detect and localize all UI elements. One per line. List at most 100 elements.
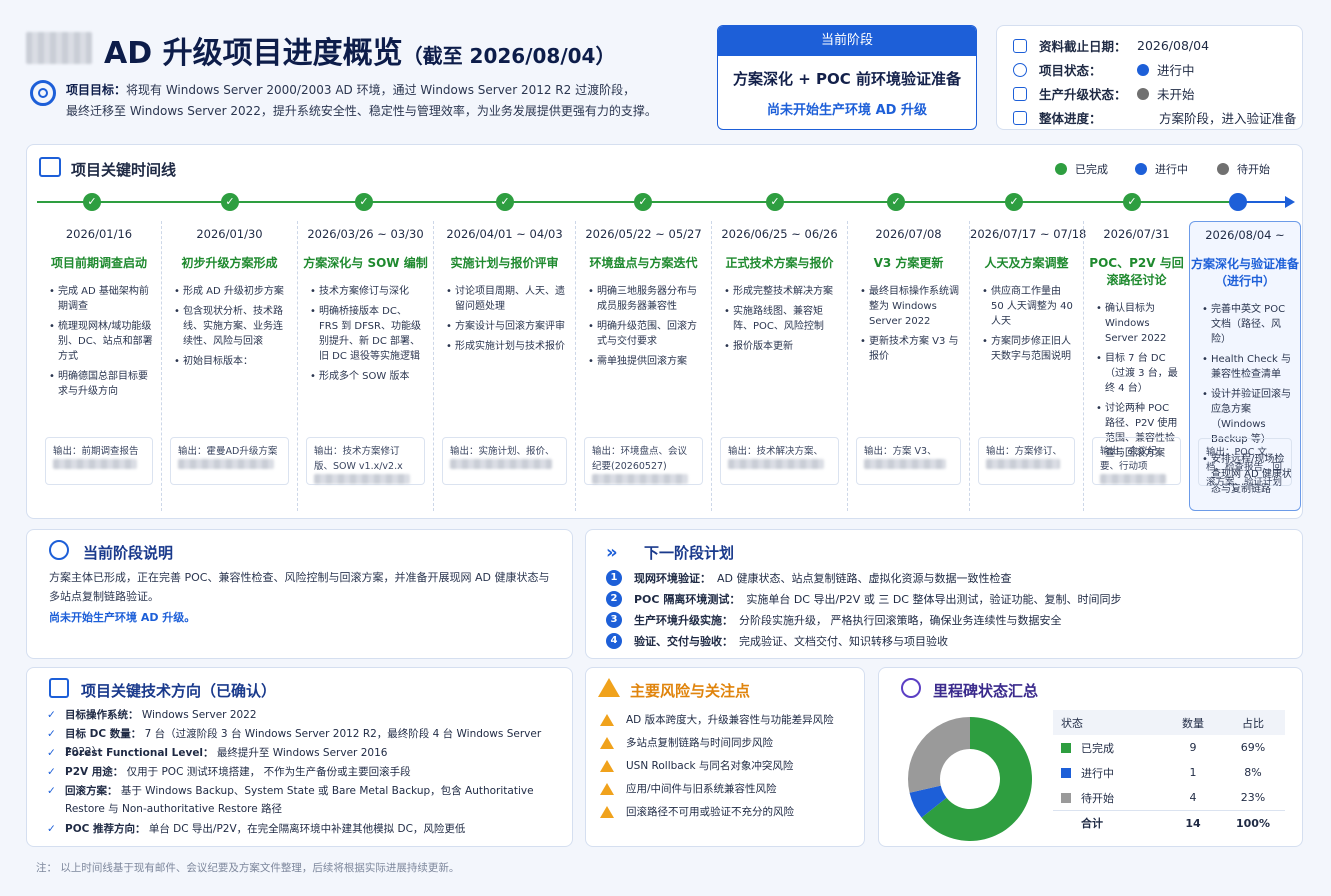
milestone-bullet: 形成完整技术解决方案 bbox=[724, 284, 839, 299]
milestone-table: 状态 数量 占比 已完成 9 69% 进行中 1 8% 待开始 4 23% 合计 14 100% bbox=[1053, 710, 1285, 835]
current-phase-highlight: 尚未开始生产环境 AD 升级。 bbox=[49, 611, 196, 624]
milestone-bullet: 形成实施计划与技术报价 bbox=[446, 339, 567, 354]
milestone-date: 2026/07/31 bbox=[1103, 227, 1170, 241]
current-phase-text: 方案主体已形成，正在完善 POC、兼容性检查、风险控制与回滚方案，并准备开展现网… bbox=[49, 571, 550, 603]
checkmark-icon: ✓ bbox=[47, 709, 56, 721]
double-chevron-icon: » bbox=[606, 542, 618, 563]
milestone-bullet: 更新技术方案 V3 与报价 bbox=[860, 334, 961, 364]
milestone-bullets: 完成 AD 基础架构前期调查梳理现网林/域功能级别、DC、站点和部署方式明确德国… bbox=[37, 284, 161, 399]
milestone-output: 输出：环境盘点、会议纪要(20260527) bbox=[584, 437, 703, 485]
milestone-bullet: 完善中英文 POC 文档（路径、风险） bbox=[1202, 302, 1292, 347]
milestone-date: 2026/01/16 bbox=[65, 227, 133, 241]
next-plan-item: 1 现网环境验证： AD 健康状态、站点复制链路、虚拟化资源与数据一致性检查 bbox=[606, 570, 1012, 586]
step-number: 4 bbox=[606, 633, 622, 649]
milestone-date: 2026/08/04 ~ bbox=[1205, 228, 1285, 242]
milestone-bullet: 供应商工作量由 50 人天调整为 40 人天 bbox=[982, 284, 1075, 329]
milestone-bullets: 明确三地服务器分布与成员服务器兼容性明确升级范围、回滚方式与交付要求需单独提供回… bbox=[576, 284, 711, 369]
warning-icon bbox=[600, 759, 614, 772]
milestone-bullets: 技术方案修订与深化明确桥接版本 DC、FRS 到 DFSR、功能级别提升、新 D… bbox=[298, 284, 433, 384]
table-total-row: 合计 14 100% bbox=[1053, 810, 1285, 835]
tech-direction-item: ✓ Forest Functional Level： 最终提升至 Windows … bbox=[47, 744, 557, 762]
target-icon bbox=[30, 80, 56, 106]
warning-icon bbox=[600, 782, 614, 795]
milestone-bullet: 明确升级范围、回滚方式与交付要求 bbox=[588, 319, 703, 349]
tech-direction-section: 项目关键技术方向（已确认） ✓ 目标操作系统： Windows Server 20… bbox=[26, 667, 573, 847]
table-row: 已完成 9 69% bbox=[1053, 735, 1285, 760]
current-phase-main: 方案深化 + POC 前环境验证准备 bbox=[733, 70, 961, 88]
milestone-date: 2026/01/30 bbox=[196, 227, 263, 241]
redacted-text bbox=[314, 474, 410, 484]
milestone-output: 输出：实施计划、报价、 bbox=[442, 437, 567, 485]
milestone-date: 2026/05/22 ~ 05/27 bbox=[585, 227, 702, 241]
gear-icon bbox=[49, 540, 69, 560]
milestone-active-dot bbox=[1229, 193, 1247, 211]
milestone-title: 实施计划与报价评审 bbox=[450, 256, 559, 270]
timeline-title: 项目关键时间线 bbox=[71, 161, 177, 179]
milestone-bullets: 形成完整技术解决方案实施路线图、兼容矩阵、POC、风险控制报价版本更新 bbox=[712, 284, 847, 354]
milestone-done-check-icon: ✓ bbox=[221, 193, 239, 211]
next-plan-item: 4 验证、交付与验收： 完成验证、文档交付、知识转移与项目验收 bbox=[606, 633, 948, 649]
legend-active: 进行中 bbox=[1135, 161, 1188, 177]
milestone-bullet: 形成多个 SOW 版本 bbox=[310, 369, 425, 384]
title-date: （截至 2026/08/04） bbox=[402, 44, 616, 68]
project-info-card: 资料截止日期： 2026/08/04 项目状态： 进行中 生产升级状态： 未开始 整体… bbox=[996, 25, 1303, 130]
redacted-text bbox=[1100, 474, 1166, 484]
milestone-done-check-icon: ✓ bbox=[355, 193, 373, 211]
current-phase-title: 当前阶段说明 bbox=[83, 544, 174, 562]
milestone-output: 输出：霍曼AD升级方案 bbox=[170, 437, 289, 485]
milestone-done-check-icon: ✓ bbox=[1005, 193, 1023, 211]
milestone-bullet: 形成 AD 升级初步方案 bbox=[174, 284, 289, 299]
milestone-output: 输出：技术方案修订版、SOW v1.x/v2.x bbox=[306, 437, 425, 485]
milestone-title: 初步升级方案形成 bbox=[181, 256, 278, 270]
milestone-bullet: 最终目标操作系统调整为 Windows Server 2022 bbox=[860, 284, 961, 329]
timeline-milestone: 2026/01/30 初步升级方案形成形成 AD 升级初步方案包含现状分析、技术路… bbox=[161, 221, 297, 511]
timeline-arrow-icon bbox=[1285, 196, 1295, 208]
calendar-icon bbox=[1013, 38, 1027, 53]
donut-slice-待开始 bbox=[908, 717, 970, 793]
milestone-output: 输出：技术解决方案、 bbox=[720, 437, 839, 485]
checkmark-icon: ✓ bbox=[47, 728, 56, 740]
milestone-bullet: 明确三地服务器分布与成员服务器兼容性 bbox=[588, 284, 703, 314]
redacted-text bbox=[53, 459, 137, 469]
company-logo bbox=[26, 32, 92, 64]
tech-direction-item: ✓ 目标操作系统： Windows Server 2022 bbox=[47, 706, 557, 724]
milestone-bullets: 最终目标操作系统调整为 Windows Server 2022 更新技术方案 V3… bbox=[848, 284, 969, 364]
milestone-output: 输出：方案 V3、 bbox=[856, 437, 961, 485]
timeline-milestone: 2026/06/25 ~ 06/26 正式技术方案与报价形成完整技术解决方案实施路… bbox=[711, 221, 847, 511]
warning-icon bbox=[600, 805, 614, 818]
checkmark-icon: ✓ bbox=[47, 823, 56, 835]
status-dot-pending bbox=[1137, 87, 1149, 100]
milestone-done-check-icon: ✓ bbox=[1123, 193, 1141, 211]
milestone-bullet: 完成 AD 基础架构前期调查 bbox=[49, 284, 153, 314]
milestone-bullet: 明确德国总部目标要求与升级方向 bbox=[49, 369, 153, 399]
info-row-prod-status: 生产升级状态： 未开始 bbox=[1013, 84, 1195, 103]
current-phase-card: 当前阶段 方案深化 + POC 前环境验证准备 尚未开始生产环境 AD 升级 bbox=[717, 25, 977, 130]
footer-note: 注： 以上时间线基于现有邮件、会议纪要及方案文件整理，后续将根据实际进展持续更新… bbox=[36, 862, 460, 874]
clock-icon bbox=[1013, 62, 1027, 77]
milestone-bullet: 技术方案修订与深化 bbox=[310, 284, 425, 299]
milestone-title: 项目前期调查启动 bbox=[50, 256, 147, 270]
milestone-bullet: 目标 7 台 DC（过渡 3 台，最终 4 台） bbox=[1096, 351, 1181, 396]
milestone-summary-section: 里程碑状态汇总 状态 数量 占比 已完成 9 69% 进行中 1 8% 待开始 4 23% 合计… bbox=[878, 667, 1303, 847]
redacted-text bbox=[986, 459, 1060, 469]
risks-title: 主要风险与关注点 bbox=[630, 682, 751, 700]
milestone-title: POC、P2V 与回滚路径讨论 bbox=[1089, 256, 1184, 287]
step-number: 2 bbox=[606, 591, 622, 607]
project-goal: 项目目标：将现有 Windows Server 2000/2003 AD 环境，… bbox=[66, 83, 657, 118]
warning-icon bbox=[600, 736, 614, 749]
redacted-text bbox=[728, 459, 824, 469]
milestone-bullets: 形成 AD 升级初步方案包含现状分析、技术路线、实施方案、业务连续性、风险与回滚… bbox=[162, 284, 297, 369]
milestone-bullet: 讨论项目周期、人天、遗留问题处理 bbox=[446, 284, 567, 314]
flag-icon bbox=[1013, 110, 1027, 125]
next-plan-item: 3 生产环境升级实施： 分阶段实施升级， 严格执行回滚策略，确保业务连续性与数据安全 bbox=[606, 612, 1062, 628]
check-circle-icon bbox=[901, 678, 921, 698]
checkmark-icon: ✓ bbox=[47, 766, 56, 778]
user-icon bbox=[1013, 86, 1027, 101]
milestone-bullet: 梳理现网林/域功能级别、DC、站点和部署方式 bbox=[49, 319, 153, 364]
risks-section: 主要风险与关注点 AD 版本跨度大，升级兼容性与功能差异风险 多站点复制链路与时间… bbox=[585, 667, 865, 847]
milestone-date: 2026/07/17 ~ 07/18 bbox=[970, 227, 1087, 241]
milestone-bullet: 初始目标版本： bbox=[174, 354, 289, 369]
milestone-bullet: 明确桥接版本 DC、FRS 到 DFSR、功能级别提升、新 DC 部署、旧 DC… bbox=[310, 304, 425, 364]
warning-icon bbox=[600, 713, 614, 726]
info-row-status: 项目状态： 进行中 bbox=[1013, 60, 1195, 79]
